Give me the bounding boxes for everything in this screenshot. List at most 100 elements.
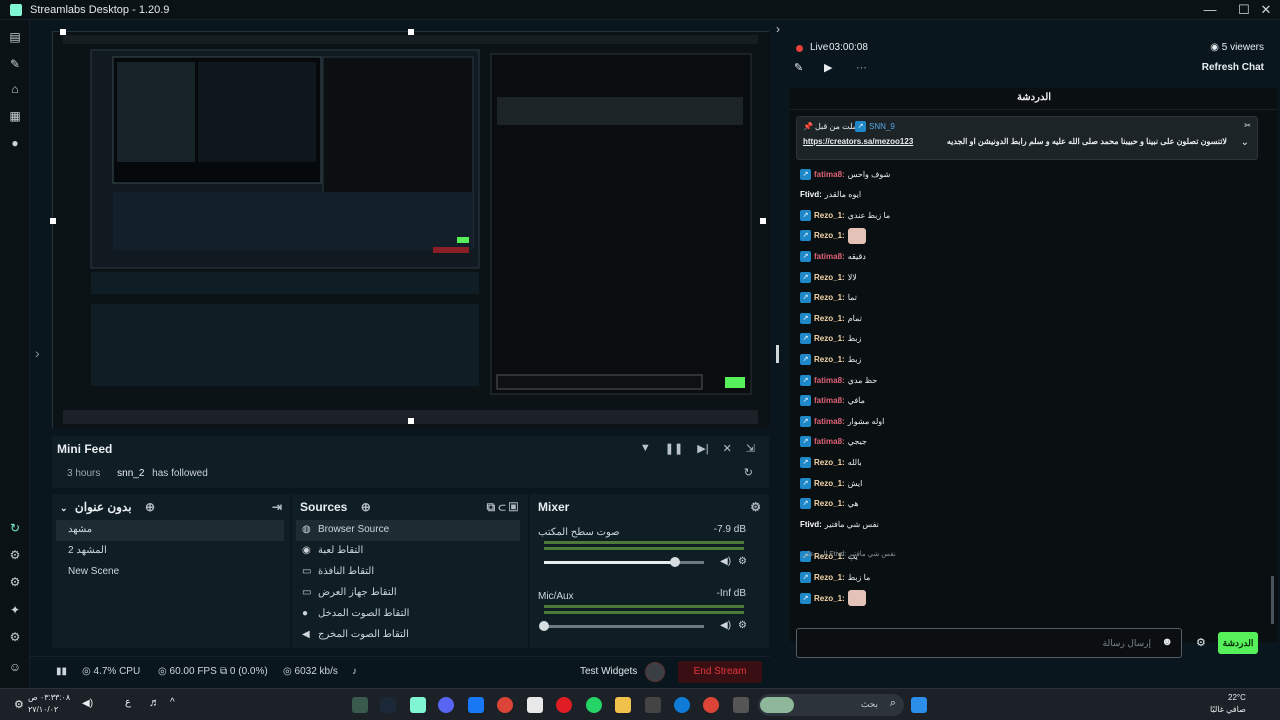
source-item[interactable]: ▭ التقاط النافذة (296, 562, 520, 583)
chat-username[interactable]: Rezo_1: (814, 314, 845, 323)
studio-mode-icon[interactable]: ↻ (8, 521, 22, 535)
edge-icon[interactable] (674, 697, 690, 713)
share-icon[interactable]: ⋯ (856, 61, 867, 74)
chat-username[interactable]: fatima8: (814, 437, 845, 446)
resize-grip[interactable] (776, 345, 779, 363)
add-scene-icon[interactable]: ⊕ (145, 500, 155, 514)
collapse-left-chevron-icon[interactable]: › (35, 345, 40, 361)
filter-icon[interactable]: ▼ (640, 442, 651, 455)
store-icon[interactable] (527, 697, 543, 713)
chrome-icon[interactable] (703, 697, 719, 713)
source-item[interactable]: ◉ التقاط لعبة (296, 541, 520, 562)
chat-username[interactable]: fatima8: (814, 170, 845, 179)
weather-desc[interactable]: صافي غالبًا (1210, 705, 1246, 714)
chrome-icon[interactable] (497, 697, 513, 713)
chevron-up-icon[interactable]: ^ (170, 697, 175, 708)
chat-username[interactable]: Rezo_1: (814, 231, 845, 240)
notifications-icon[interactable]: ♪ (352, 666, 357, 677)
chat-username[interactable]: Rezo_1: (814, 355, 845, 364)
chat-username[interactable]: Rezo_1: (814, 211, 845, 220)
chat-username[interactable]: Rezo_1: (814, 573, 845, 582)
whatsapp-icon[interactable] (586, 697, 602, 713)
speaker-icon[interactable]: ◀) (720, 620, 731, 631)
chat-username[interactable]: fatima8: (814, 396, 845, 405)
microphone-icon[interactable]: ♬ (149, 697, 160, 709)
taskbar-search[interactable]: بحث ⌕ (758, 694, 904, 716)
profile-icon[interactable]: ☺ (8, 660, 22, 674)
record-button[interactable] (645, 662, 665, 682)
emoji-icon[interactable]: ☻ (1161, 636, 1173, 648)
language-indicator[interactable]: ع (125, 697, 131, 708)
gear-icon[interactable]: ⚙ (738, 620, 747, 631)
pinned-link[interactable]: https://creators.sa/mezoo123 (803, 137, 913, 146)
add-source-icon[interactable]: ⊕ (361, 500, 371, 514)
windows-start-icon[interactable] (911, 697, 927, 713)
resize-handle[interactable] (408, 29, 414, 35)
clock-time[interactable]: ٠٣:٣٣:٠٨ ص (28, 693, 70, 702)
pause-icon[interactable]: ❚❚ (665, 442, 683, 455)
chat-settings-icon[interactable]: ⚙ (1196, 636, 1206, 649)
mute-icon[interactable]: ✕ (723, 442, 732, 455)
video-icon[interactable]: ▶ (824, 61, 832, 74)
app-icon[interactable] (645, 697, 661, 713)
overlays-icon[interactable]: ▦ (8, 109, 22, 123)
speaker-icon[interactable]: ◀) (82, 698, 93, 709)
chat-input[interactable]: إرسال رسالة ☻ (796, 628, 1182, 658)
highlighter-icon[interactable]: ✦ (8, 603, 22, 617)
unpin-icon[interactable]: ✂ (1244, 121, 1251, 130)
discord-icon[interactable] (438, 697, 454, 713)
gear-icon[interactable]: ⚙ (738, 556, 747, 567)
chat-username[interactable]: Ftivd: (800, 190, 822, 199)
chat-username[interactable]: Rezo_1: (814, 479, 845, 488)
chat-list[interactable]: الدردشة 📌 أرسلت من قبل ↗ SNN_9 ✂ https:/… (790, 88, 1278, 642)
volume-slider[interactable] (544, 557, 704, 567)
volume-slider[interactable] (539, 621, 704, 631)
facebook-icon[interactable] (468, 697, 484, 713)
minimize-button[interactable]: — (1196, 0, 1224, 20)
chat-username[interactable]: Rezo_1: (814, 334, 845, 343)
scene-item[interactable]: مشهد (56, 520, 284, 541)
resize-handle[interactable] (760, 218, 766, 224)
chat-scrollbar[interactable] (1271, 576, 1274, 624)
scene-collection-title[interactable]: بدون عنوان (75, 500, 132, 514)
chat-username[interactable]: Ftivd: (800, 520, 822, 529)
refresh-icon[interactable]: ↻ (744, 466, 753, 479)
chat-username[interactable]: Rezo_1: (814, 594, 845, 603)
alerts-icon[interactable]: ⚙ (8, 575, 22, 589)
speaker-icon[interactable]: ◀) (720, 556, 731, 567)
scene-item[interactable]: New Scene (56, 562, 284, 583)
play-icon[interactable]: ● (8, 136, 22, 150)
pane-divider[interactable]: › (776, 20, 790, 688)
chat-username[interactable]: fatima8: (814, 417, 845, 426)
chat-username[interactable]: Rezo_1: (814, 499, 845, 508)
resize-handle[interactable] (408, 418, 414, 424)
transition-icon[interactable]: ⇥ (272, 500, 282, 514)
stats-icon[interactable]: ▮▮ (56, 666, 67, 677)
layout-icon[interactable]: ⚙ (8, 548, 22, 562)
chat-username[interactable]: Rezo_1: (814, 273, 845, 282)
end-stream-button[interactable]: End Stream (678, 661, 762, 683)
weather-temp[interactable]: 22°C (1228, 693, 1246, 702)
network-icon[interactable]: ⚙ (14, 698, 24, 711)
skip-icon[interactable]: ▶| (697, 442, 708, 455)
mixer-settings-icon[interactable]: ⚙ (750, 500, 761, 514)
streamlabs-app-icon[interactable] (410, 697, 426, 713)
chat-username[interactable]: fatima8: (814, 252, 845, 261)
popout-icon[interactable]: ⇲ (746, 442, 755, 455)
source-item[interactable]: ▭ التقاط جهاز العرض (296, 583, 520, 604)
settings-icon[interactable]: ⚙ (8, 630, 22, 644)
stream-preview[interactable] (50, 29, 770, 429)
resize-handle[interactable] (50, 218, 56, 224)
source-item[interactable]: ◀ التقاط الصوت المخرج (296, 625, 520, 646)
chevron-down-icon[interactable]: ⌄ (1241, 137, 1249, 148)
chat-username[interactable]: Rezo_1: (814, 293, 845, 302)
source-tools-icon[interactable]: ⧉ ⊂ ▣ (487, 500, 518, 515)
collapse-chat-chevron-icon[interactable]: › (776, 22, 780, 36)
resize-handle[interactable] (60, 29, 66, 35)
clock-date[interactable]: ٢٧/١٠/٠٢ (28, 705, 58, 714)
file-explorer-icon[interactable] (615, 697, 631, 713)
editor-icon[interactable]: ▤ (8, 30, 22, 44)
terminal-icon[interactable] (733, 697, 749, 713)
themes-icon[interactable]: ✎ (8, 57, 22, 71)
refresh-chat-button[interactable]: Refresh Chat (1202, 62, 1264, 73)
